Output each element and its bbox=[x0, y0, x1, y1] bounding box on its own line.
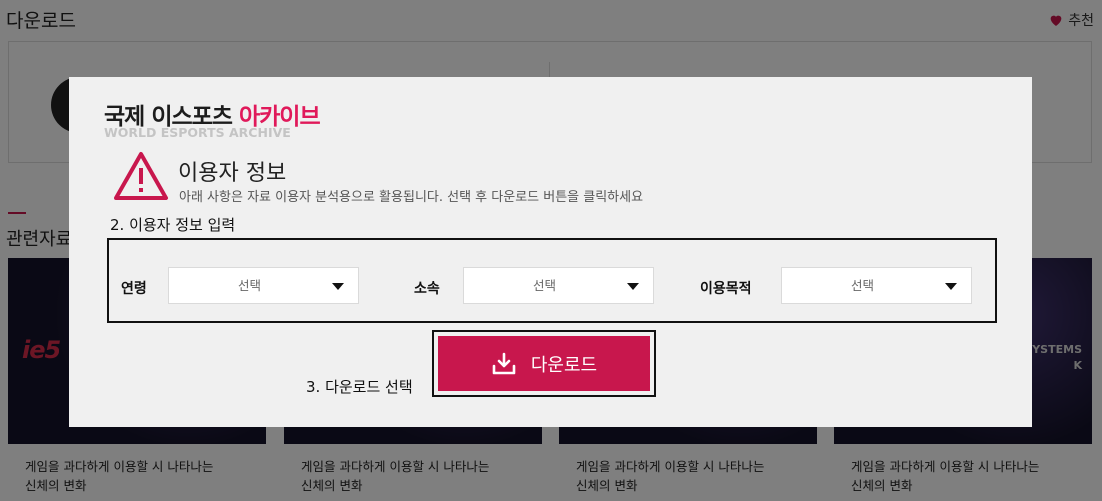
user-info-form: 연령 선택 소속 선택 이용목적 선택 bbox=[107, 238, 997, 323]
age-label: 연령 bbox=[121, 281, 147, 297]
age-select[interactable]: 선택 bbox=[168, 267, 359, 304]
step2-label: 2. 이용자 정보 입력 bbox=[110, 216, 236, 234]
notice-title: 이용자 정보 bbox=[178, 161, 287, 186]
download-modal: 국제 이스포츠 아카이브 WORLD ESPORTS ARCHIVE 이용자 정… bbox=[69, 77, 1032, 427]
download-icon bbox=[492, 352, 516, 374]
caret-down-icon bbox=[945, 283, 957, 290]
affiliation-select[interactable]: 선택 bbox=[463, 267, 654, 304]
purpose-label: 이용목적 bbox=[700, 281, 752, 297]
download-label: 다운로드 bbox=[530, 354, 598, 376]
caret-down-icon bbox=[332, 283, 344, 290]
notice-description: 아래 사항은 자료 이용자 분석용으로 활용됩니다. 선택 후 다운로드 버튼을… bbox=[179, 190, 644, 205]
warning-triangle-icon bbox=[114, 152, 168, 200]
brand-subtitle: WORLD ESPORTS ARCHIVE bbox=[104, 125, 291, 140]
download-highlight: 다운로드 bbox=[432, 330, 656, 397]
step3-label: 3. 다운로드 선택 bbox=[306, 378, 413, 396]
affiliation-label: 소속 bbox=[414, 281, 440, 297]
brand-logo: 국제 이스포츠 아카이브 WORLD ESPORTS ARCHIVE bbox=[104, 104, 321, 140]
download-button[interactable]: 다운로드 bbox=[438, 336, 650, 391]
caret-down-icon bbox=[627, 283, 639, 290]
purpose-select[interactable]: 선택 bbox=[781, 267, 972, 304]
